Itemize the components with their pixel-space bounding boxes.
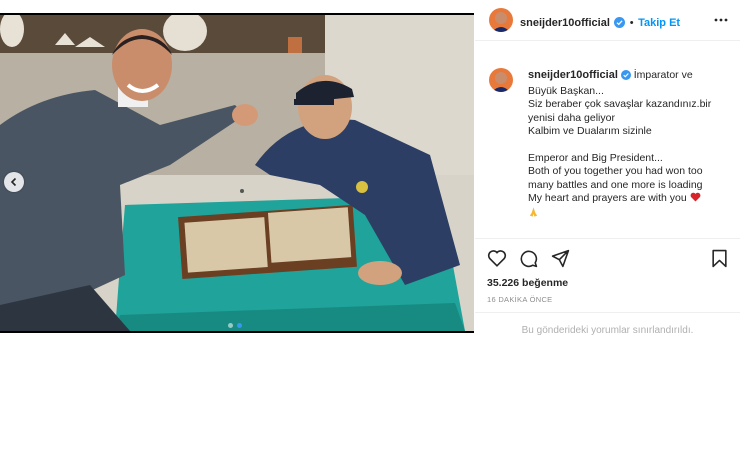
caption-line: Büyük Başkan... [528,84,604,97]
post-media[interactable] [0,13,474,333]
more-options-button[interactable] [714,13,728,32]
carousel-dot [228,323,233,328]
carousel-dot-active [237,323,242,328]
carousel-indicator [228,323,242,328]
separator-dot: • [629,17,634,29]
carousel-prev-button[interactable] [4,172,24,192]
post-header: sneijder10official • Takip Et [475,0,740,41]
avatar-image [489,8,513,32]
praying-hands-emoji [529,206,538,217]
save-button[interactable] [711,249,728,273]
red-heart-emoji [690,192,701,202]
follow-button[interactable]: Takip Et [638,17,680,29]
comment-icon [520,250,538,268]
caption-line: Emperor and Big President... [528,151,663,164]
caption-line: My heart and prayers are with you [528,192,687,204]
bookmark-icon [712,249,727,268]
caption-avatar[interactable] [489,68,513,92]
caption-line: Kalbim ve Dualarım sizinle [528,125,652,137]
post-caption: sneijder10official İmparator ve Büyük Ba… [528,69,733,222]
avatar-image [489,68,513,92]
verified-badge-icon [620,70,631,85]
post-timestamp[interactable]: 16 DAKİKA ÖNCE [487,295,552,304]
chevron-left-icon [10,177,17,187]
post-actions: 35.226 beğenme 16 DAKİKA ÖNCE [475,238,740,309]
caption-username[interactable]: sneijder10official [528,69,618,81]
like-button[interactable] [487,249,507,272]
comment-button[interactable] [519,249,538,273]
caption-line: Both of you together you had won too [528,165,703,177]
comments-restricted-notice: Bu gönderideki yorumlar sınırlandırıldı. [475,312,740,336]
post-photo [0,15,474,331]
post-details-panel: sneijder10official • Takip Et sneijder10… [475,0,740,471]
caption-line: İmparator ve [633,69,693,81]
header-user-line: sneijder10official • Takip Et [520,13,680,33]
caption-line: Siz beraber çok savaşlar kazandınız.bir [528,98,712,110]
send-icon [551,249,570,268]
caption-line: yenisi daha geliyor [528,111,615,124]
share-button[interactable] [551,249,570,273]
avatar[interactable] [489,8,513,32]
more-options-icon [714,18,728,22]
like-count[interactable]: 35.226 beğenme [487,277,568,289]
heart-icon [487,250,507,267]
verified-badge-icon [614,15,626,33]
caption-line: many battles and one more is loading [528,178,703,191]
header-username[interactable]: sneijder10official [520,17,610,29]
